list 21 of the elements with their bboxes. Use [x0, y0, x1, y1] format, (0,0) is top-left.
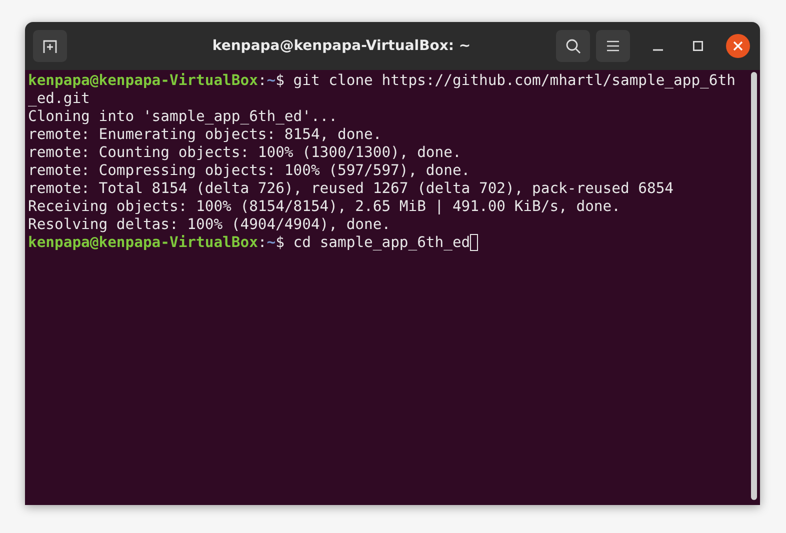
new-tab-button[interactable]	[33, 30, 67, 62]
window-title: kenpapa@kenpapa-VirtualBox: ~	[211, 38, 472, 54]
output-line: Receiving objects: 100% (8154/8154), 2.65 MiB | 491.00 KiB/s, done.	[28, 198, 622, 216]
menu-button[interactable]	[596, 30, 630, 62]
close-icon	[733, 41, 743, 51]
output-line: remote: Compressing objects: 100% (597/597), done.	[28, 162, 472, 180]
new-tab-icon	[42, 38, 58, 54]
output-line: remote: Enumerating objects: 8154, done.	[28, 126, 383, 144]
output-line: Resolving deltas: 100% (4904/4904), done.	[28, 216, 392, 234]
maximize-icon	[693, 41, 703, 51]
output-line: Cloning into 'sample_app_6th_ed'...	[28, 108, 338, 126]
menu-icon	[606, 40, 620, 52]
close-button[interactable]	[726, 34, 750, 58]
search-icon	[565, 38, 581, 54]
output-line: remote: Total 8154 (delta 726), reused 1267 (delta 702), pack-reused 6854	[28, 180, 675, 198]
prompt-line: kenpapa@kenpapa-VirtualBox:~$ git clone https://github.com/mhartl/sample_app_6th_ed.git	[28, 72, 736, 107]
minimize-icon	[653, 49, 663, 51]
output-line: remote: Counting objects: 100% (1300/1300), done.	[28, 144, 462, 162]
prompt-line: kenpapa@kenpapa-VirtualBox:~$ cd sample_app_6th_ed	[28, 234, 470, 251]
search-button[interactable]	[556, 30, 590, 62]
scrollbar[interactable]	[751, 72, 757, 500]
